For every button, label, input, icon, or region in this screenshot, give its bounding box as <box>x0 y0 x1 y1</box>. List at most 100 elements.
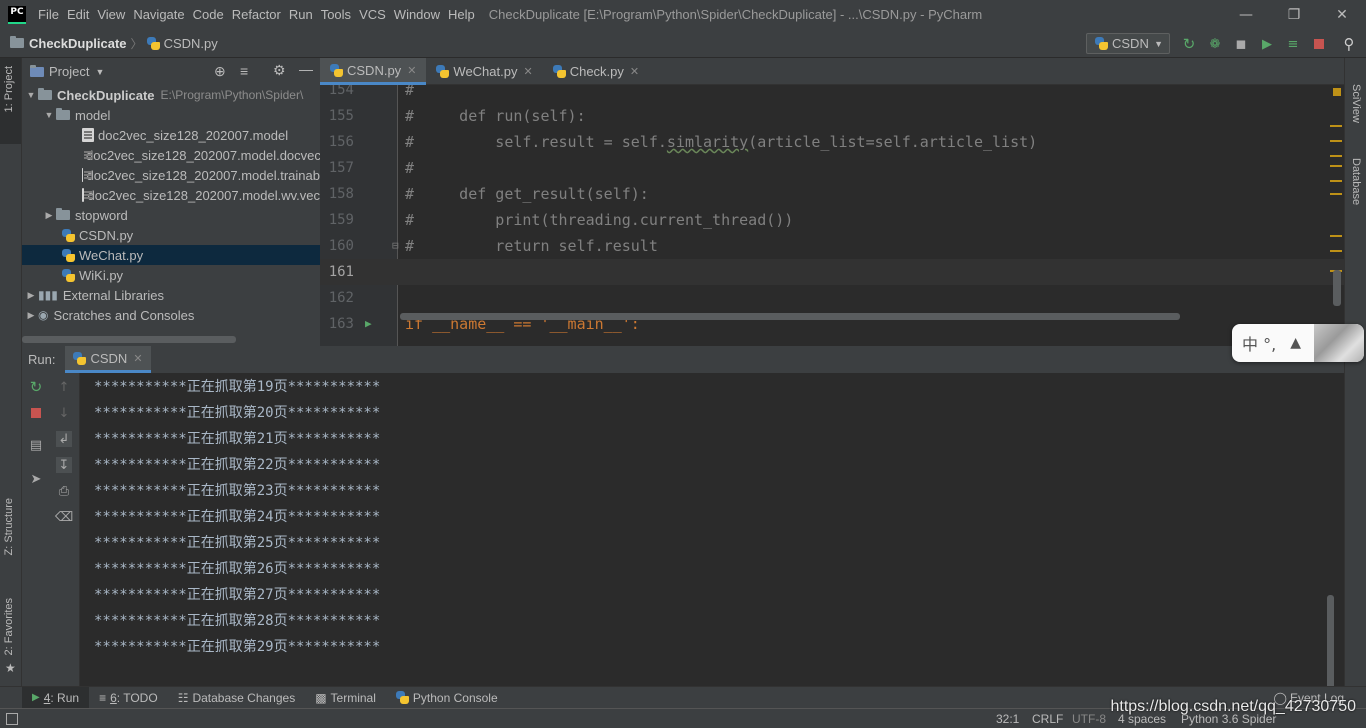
collapse-all-icon[interactable]: ≡ <box>240 63 248 79</box>
menu-edit[interactable]: Edit <box>63 7 93 22</box>
search-icon[interactable]: ⚲ <box>1341 35 1357 53</box>
tab-todo[interactable]: ≡ 6: TODO <box>89 687 168 709</box>
warning-marker[interactable] <box>1330 250 1342 252</box>
project-tool-tab[interactable]: 1: Project <box>0 58 21 144</box>
menu-view[interactable]: View <box>93 7 129 22</box>
tree-item-file[interactable]: doc2vec_size128_202007.model.docvec <box>22 145 320 165</box>
concurrency-icon[interactable]: ≡ <box>1285 36 1301 52</box>
profile-icon[interactable]: ▶ <box>1259 36 1275 52</box>
hide-panel-icon[interactable]: — <box>299 61 313 77</box>
project-scrollbar[interactable] <box>22 336 236 343</box>
close-icon[interactable]: ✕ <box>133 352 142 365</box>
run-gutter-icon[interactable]: ▶ <box>365 311 372 337</box>
coverage-icon[interactable]: ◼ <box>1233 36 1249 52</box>
menu-code[interactable]: Code <box>189 7 228 22</box>
rerun-icon[interactable]: ↻ <box>1181 35 1197 53</box>
console-output[interactable]: ***********正在抓取第19页*********** *********… <box>94 373 1334 710</box>
run-config-select[interactable]: CSDN ▼ <box>1086 33 1170 54</box>
tree-item-file[interactable]: WiKi.py <box>22 265 320 285</box>
close-window-button[interactable]: ✕ <box>1318 0 1366 29</box>
close-icon[interactable]: ✕ <box>407 64 416 77</box>
menu-refactor[interactable]: Refactor <box>228 7 285 22</box>
chevron-down-icon[interactable]: ▼ <box>95 67 104 77</box>
tab-database-changes[interactable]: ☷ Database Changes <box>168 687 306 709</box>
database-tool-tab[interactable]: Database <box>1350 158 1362 205</box>
expand-arrow-icon[interactable]: ▼ <box>24 90 38 100</box>
breadcrumb-file[interactable]: CSDN.py <box>146 36 218 51</box>
tree-item-scratches[interactable]: ▶ ◉ Scratches and Consoles <box>22 305 320 325</box>
debug-icon[interactable]: ❁ <box>1207 36 1223 52</box>
scroll-to-end-icon[interactable]: ↧ <box>56 457 72 473</box>
warning-marker[interactable] <box>1330 235 1342 237</box>
tree-item-file[interactable]: CSDN.py <box>22 225 320 245</box>
skin-icon[interactable]: ▲ <box>1290 335 1301 351</box>
warning-marker[interactable] <box>1330 155 1342 157</box>
warning-status-icon[interactable] <box>1333 88 1341 96</box>
tree-item-external-libraries[interactable]: ▶ ▮▮▮ External Libraries <box>22 285 320 305</box>
warning-marker[interactable] <box>1330 180 1342 182</box>
gear-icon[interactable]: ⚙ <box>273 62 286 79</box>
tab-csdn-py[interactable]: CSDN.py ✕ <box>320 58 427 85</box>
arrow-up-icon[interactable]: ↑ <box>56 379 72 395</box>
structure-tool-tab[interactable]: Z: Structure <box>3 498 15 555</box>
trash-icon[interactable]: ⌫ <box>55 509 73 525</box>
fold-icon[interactable]: ⊟ <box>392 233 399 259</box>
menu-help[interactable]: Help <box>444 7 479 22</box>
tree-item-project-root[interactable]: ▼ CheckDuplicate E:\Program\Python\Spide… <box>22 85 320 105</box>
arrow-down-icon[interactable]: ↓ <box>56 405 72 421</box>
stop-icon[interactable] <box>1311 36 1327 52</box>
menu-navigate[interactable]: Navigate <box>129 7 188 22</box>
warning-marker[interactable] <box>1330 165 1342 167</box>
caret-position[interactable]: 32:1 <box>996 712 1019 726</box>
sciview-tool-tab[interactable]: SciView <box>1350 84 1362 123</box>
menu-tools[interactable]: Tools <box>317 7 355 22</box>
expand-arrow-icon[interactable]: ▼ <box>42 110 56 120</box>
close-icon[interactable]: ✕ <box>523 65 532 78</box>
tab-python-console[interactable]: Python Console <box>386 687 508 709</box>
print-icon[interactable]: ⎙ <box>56 483 72 499</box>
close-icon[interactable]: ✕ <box>630 65 639 78</box>
ime-mode-label[interactable]: 中 °, <box>1242 331 1276 355</box>
tab-terminal[interactable]: ▩ Terminal <box>305 687 386 709</box>
expand-arrow-icon[interactable]: ▶ <box>42 210 56 221</box>
tab-check-py[interactable]: Check.py ✕ <box>543 58 649 85</box>
menu-vcs[interactable]: VCS <box>355 7 390 22</box>
warning-marker[interactable] <box>1330 140 1342 142</box>
tab-run[interactable]: ▶ 4: Run <box>22 686 90 709</box>
menu-run[interactable]: Run <box>285 7 317 22</box>
restore-button[interactable]: ❐ <box>1270 0 1318 29</box>
tree-item-stopword-folder[interactable]: ▶ stopword <box>22 205 320 225</box>
layout-icon[interactable]: ▤ <box>28 437 44 453</box>
menu-window[interactable]: Window <box>390 7 444 22</box>
minimize-button[interactable]: — <box>1222 0 1270 29</box>
locate-icon[interactable]: ⊕ <box>214 63 226 80</box>
code-line: 158 # def get_result(self): <box>320 181 1344 207</box>
expand-arrow-icon[interactable]: ▶ <box>24 290 38 301</box>
pin-icon[interactable]: ➤ <box>28 471 44 487</box>
soft-wrap-icon[interactable]: ↲ <box>56 431 72 447</box>
tree-item-file[interactable]: doc2vec_size128_202007.model <box>22 125 320 145</box>
tree-item-model-folder[interactable]: ▼ model <box>22 105 320 125</box>
run-tab-csdn[interactable]: CSDN ✕ <box>65 346 151 373</box>
chevron-down-icon: ▼ <box>1154 38 1163 49</box>
project-panel-title[interactable]: Project <box>49 64 89 79</box>
file-encoding[interactable]: UTF-8 <box>1072 712 1106 726</box>
stop-icon[interactable] <box>28 405 44 421</box>
line-separator[interactable]: CRLF <box>1032 712 1063 726</box>
tree-item-file[interactable]: doc2vec_size128_202007.model.wv.vec <box>22 185 320 205</box>
warning-marker[interactable] <box>1330 125 1342 127</box>
warning-marker[interactable] <box>1330 193 1342 195</box>
editor-horizontal-scrollbar[interactable] <box>400 313 1180 320</box>
tree-item-file[interactable]: doc2vec_size128_202007.model.trainab <box>22 165 320 185</box>
editor-vertical-scrollbar[interactable] <box>1333 270 1341 306</box>
code-editor[interactable]: 154 # 155 # def run(self): 156 # self.re… <box>320 85 1344 346</box>
rerun-icon[interactable]: ↻ <box>28 378 44 396</box>
breadcrumb-project[interactable]: CheckDuplicate <box>10 36 127 51</box>
tab-wechat-py[interactable]: WeChat.py ✕ <box>426 58 542 85</box>
tree-item-file-selected[interactable]: WeChat.py <box>22 245 320 265</box>
menu-file[interactable]: File <box>34 7 63 22</box>
expand-arrow-icon[interactable]: ▶ <box>24 310 38 321</box>
favorites-tool-tab[interactable]: 2: Favorites <box>3 598 15 655</box>
ime-toolbar[interactable]: 中 °, ▲ <box>1232 324 1364 362</box>
tool-windows-icon[interactable] <box>6 712 18 725</box>
